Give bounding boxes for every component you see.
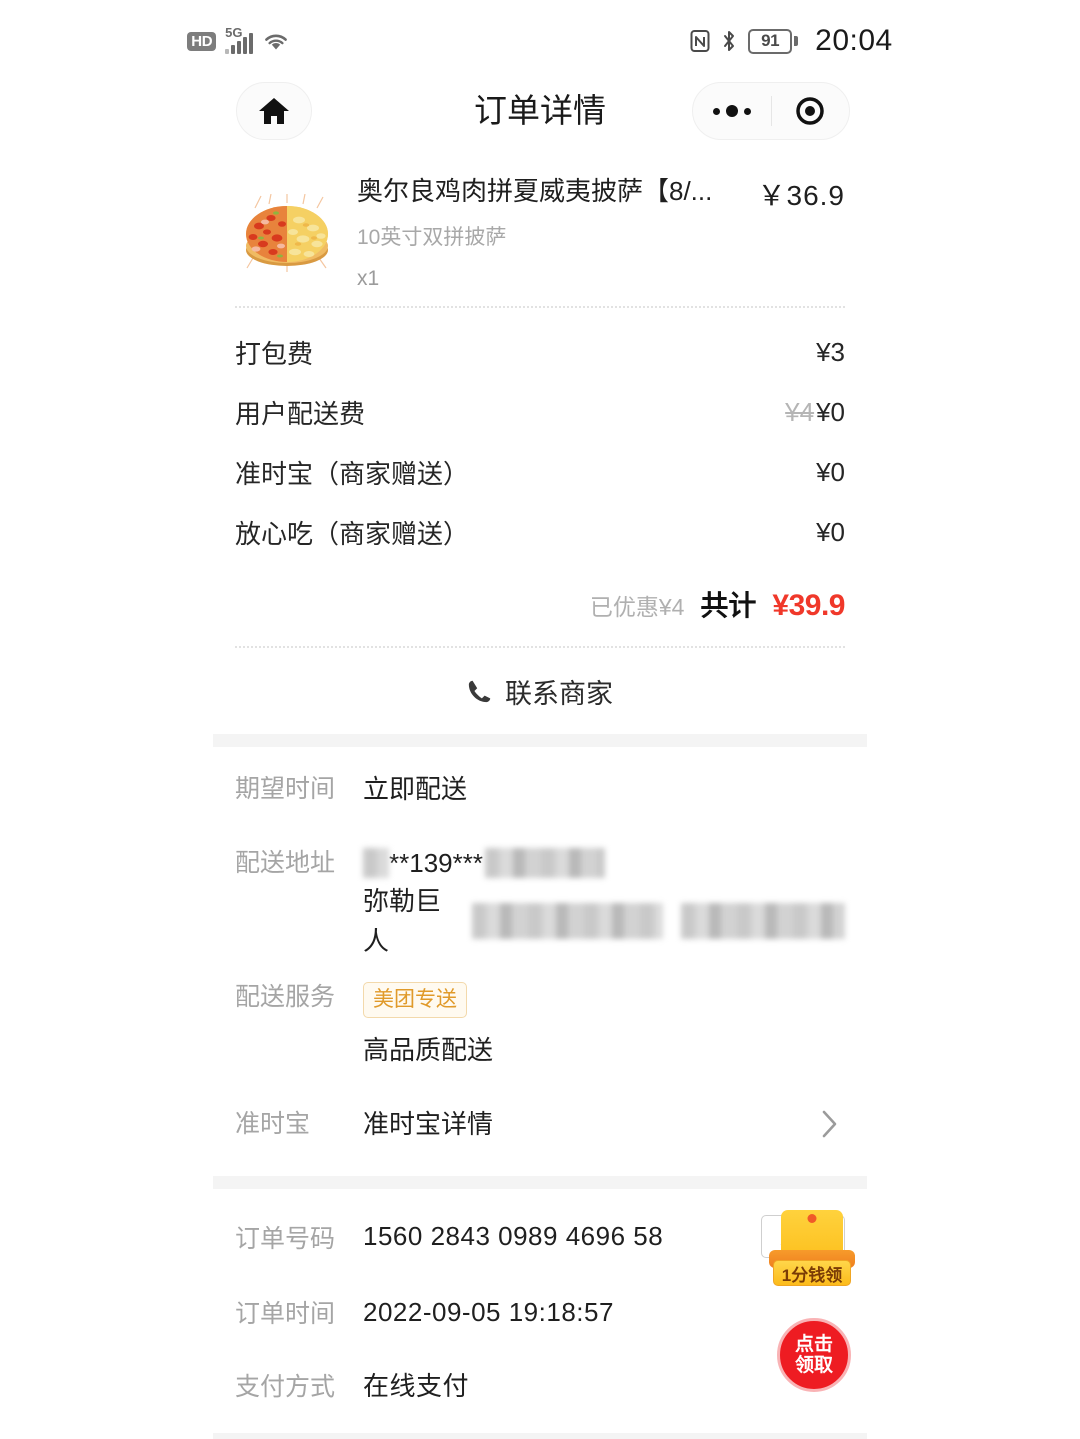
address-label: 配送地址	[235, 849, 336, 877]
redaction-block	[471, 903, 664, 939]
network-type-label: 5G	[225, 25, 243, 40]
order-total-row: 已优惠¥4 共计 ¥39.9	[213, 568, 867, 646]
address-line-1: **139***	[363, 843, 845, 883]
gift-box-icon[interactable]: 1分钱领	[769, 1210, 855, 1288]
order-item-row[interactable]: 奥尔良鸡肉拼夏威夷披萨【8/... ￥36.9 10英寸双拼披萨 x1	[213, 154, 867, 306]
claim-line-1: 点击	[794, 1334, 833, 1355]
fee-row: 用户配送费 ¥4¥0	[235, 382, 845, 442]
delivery-info-list: 期望时间 立即配送 配送地址 **139*** 弥勒巨人 配送服务 美团专送 高…	[213, 747, 867, 1176]
fee-value: ¥3	[816, 336, 845, 367]
delivery-quality-text: 高品质配送	[363, 1035, 494, 1065]
payment-method-value: 在线支付	[363, 1371, 470, 1401]
battery-level-label: 91	[748, 28, 793, 54]
order-detail-screen: HD 5G 91 20:04 订单详情 奥尔良鸡肉拼夏威夷披萨【8/... ￥3…	[0, 0, 1080, 1439]
nfc-icon	[690, 29, 710, 53]
order-item-spec: 10英寸双拼披萨	[357, 226, 507, 249]
hd-icon: HD	[187, 31, 217, 51]
order-item-quantity: x1	[357, 267, 380, 290]
payment-method-label: 支付方式	[235, 1372, 336, 1401]
fee-value: ¥4¥0	[785, 397, 845, 428]
fee-value: ¥0	[816, 456, 845, 487]
total-amount: ¥39.9	[772, 589, 845, 622]
payment-method-row: 支付方式 在线支付	[235, 1366, 845, 1403]
fee-row: 打包费 ¥3	[235, 322, 845, 382]
delivery-service-label: 配送服务	[235, 983, 336, 1011]
signal-icon: 5G	[225, 25, 254, 54]
order-number-row: 订单号码 1560 2843 0989 4696 58 复制	[235, 1215, 845, 1258]
total-label: 共计	[700, 590, 757, 621]
fee-original-value: ¥4	[785, 396, 815, 427]
claim-line-2: 领取	[794, 1355, 833, 1376]
pizza-thumbnail	[235, 178, 339, 278]
order-number-value: 1560 2843 0989 4696 58	[363, 1221, 664, 1251]
meituan-delivery-badge: 美团专送	[363, 982, 467, 1018]
ontime-guarantee-text: 准时宝详情	[363, 1109, 494, 1139]
redaction-block	[363, 848, 389, 878]
expect-time-value: 立即配送	[363, 774, 468, 804]
wifi-icon	[262, 30, 290, 52]
pizza-image	[246, 194, 328, 272]
address-masked-text: **139***	[389, 848, 483, 878]
status-bar-left: HD 5G	[187, 25, 290, 54]
discount-amount: 已优惠¥4	[589, 594, 685, 620]
order-time-value: 2022-09-05 19:18:57	[363, 1296, 614, 1327]
delivery-info-card: 期望时间 立即配送 配送地址 **139*** 弥勒巨人 配送服务 美团专送 高…	[213, 747, 867, 1176]
contact-merchant-button[interactable]: 联系商家	[213, 648, 867, 734]
section-gap	[213, 1176, 867, 1189]
ontime-guarantee-row[interactable]: 准时宝 准时宝详情	[235, 1104, 845, 1144]
page-content: 奥尔良鸡肉拼夏威夷披萨【8/... ￥36.9 10英寸双拼披萨 x1 打包费 …	[213, 154, 867, 1439]
delivery-service-row: 配送服务 美团专送 高品质配送	[235, 977, 845, 1070]
redaction-block	[681, 903, 846, 939]
claim-coupon-button[interactable]: 点击 领取	[777, 1318, 851, 1392]
order-number-label: 订单号码	[235, 1224, 336, 1253]
fee-row: 准时宝（商家赠送） ¥0	[235, 442, 845, 502]
section-gap	[213, 1433, 867, 1439]
expect-time-label: 期望时间	[235, 775, 336, 803]
target-icon[interactable]	[772, 96, 850, 126]
section-gap	[213, 734, 867, 747]
chevron-right-icon	[822, 1110, 837, 1138]
order-item-title-row: 奥尔良鸡肉拼夏威夷披萨【8/... ￥36.9	[357, 174, 845, 214]
fee-current-value: ¥0	[816, 396, 845, 427]
order-summary-card: 奥尔良鸡肉拼夏威夷披萨【8/... ￥36.9 10英寸双拼披萨 x1 打包费 …	[213, 154, 867, 734]
order-item-info: 奥尔良鸡肉拼夏威夷披萨【8/... ￥36.9 10英寸双拼披萨 x1	[339, 174, 845, 292]
ontime-guarantee-value[interactable]: 准时宝详情	[363, 1104, 845, 1144]
more-dots-icon[interactable]	[693, 105, 771, 117]
delivery-service-value: 美团专送 高品质配送	[363, 977, 845, 1070]
phone-icon	[468, 680, 491, 703]
fee-row: 放心吃（商家赠送） ¥0	[235, 502, 845, 562]
nav-bar: 订单详情	[0, 82, 1080, 154]
bluetooth-icon	[721, 29, 737, 53]
ontime-guarantee-label: 准时宝	[235, 1110, 311, 1138]
address-area-text: 弥勒巨人	[363, 886, 442, 956]
address-row: 配送地址 **139*** 弥勒巨人	[235, 843, 846, 956]
fee-value: ¥0	[816, 516, 845, 547]
fee-label: 用户配送费	[235, 398, 366, 429]
address-value: **139*** 弥勒巨人	[363, 843, 846, 956]
status-bar-right: 91 20:04	[690, 24, 893, 58]
address-line-2: 弥勒巨人	[363, 886, 846, 956]
gift-promo-label: 1分钱领	[773, 1260, 851, 1286]
status-bar: HD 5G 91 20:04	[0, 0, 1080, 82]
order-time-row: 订单时间 2022-09-05 19:18:57	[235, 1294, 845, 1330]
contact-merchant-label: 联系商家	[505, 678, 613, 709]
status-bar-clock: 20:04	[815, 24, 893, 57]
expect-time-row: 期望时间 立即配送	[235, 769, 845, 809]
page-title: 订单详情	[474, 92, 606, 129]
fee-list: 打包费 ¥3 用户配送费 ¥4¥0 准时宝（商家赠送） ¥0 放心吃（商家赠送）…	[213, 308, 867, 568]
fee-label: 准时宝（商家赠送）	[235, 458, 470, 489]
miniprogram-capsule	[692, 82, 850, 140]
order-item-price: ￥36.9	[757, 180, 845, 211]
battery-icon: 91	[748, 28, 799, 54]
fee-label: 打包费	[235, 338, 314, 369]
fee-label: 放心吃（商家赠送）	[235, 518, 470, 549]
order-item-name: 奥尔良鸡肉拼夏威夷披萨【8/...	[357, 176, 713, 206]
battery-cap	[794, 36, 799, 46]
redaction-block	[484, 848, 605, 878]
order-time-label: 订单时间	[235, 1300, 336, 1328]
